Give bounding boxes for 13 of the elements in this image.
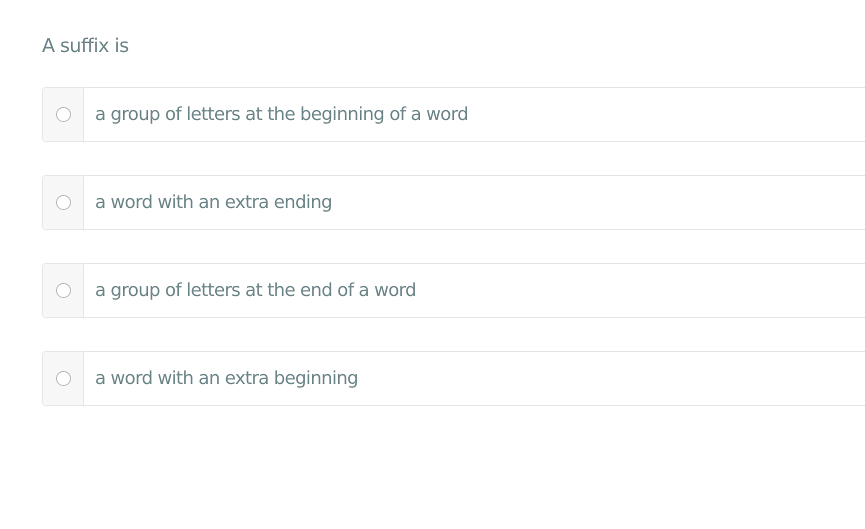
option-label: a word with an extra beginning <box>95 368 358 389</box>
question-text: A suffix is <box>42 34 130 59</box>
radio-button[interactable] <box>56 283 70 298</box>
answer-option[interactable]: a group of letters at the end of a word <box>42 263 865 318</box>
answer-option[interactable]: a group of letters at the beginning of a word <box>42 87 865 142</box>
radio-button[interactable] <box>56 371 70 386</box>
option-label: a group of letters at the beginning of a word <box>95 104 468 125</box>
radio-button[interactable] <box>56 195 70 210</box>
option-label: a word with an extra ending <box>95 192 332 213</box>
answer-option[interactable]: a word with an extra ending <box>42 175 865 230</box>
option-label: a group of letters at the end of a word <box>95 280 416 301</box>
radio-button[interactable] <box>56 107 70 122</box>
answer-option[interactable]: a word with an extra beginning <box>42 351 865 406</box>
